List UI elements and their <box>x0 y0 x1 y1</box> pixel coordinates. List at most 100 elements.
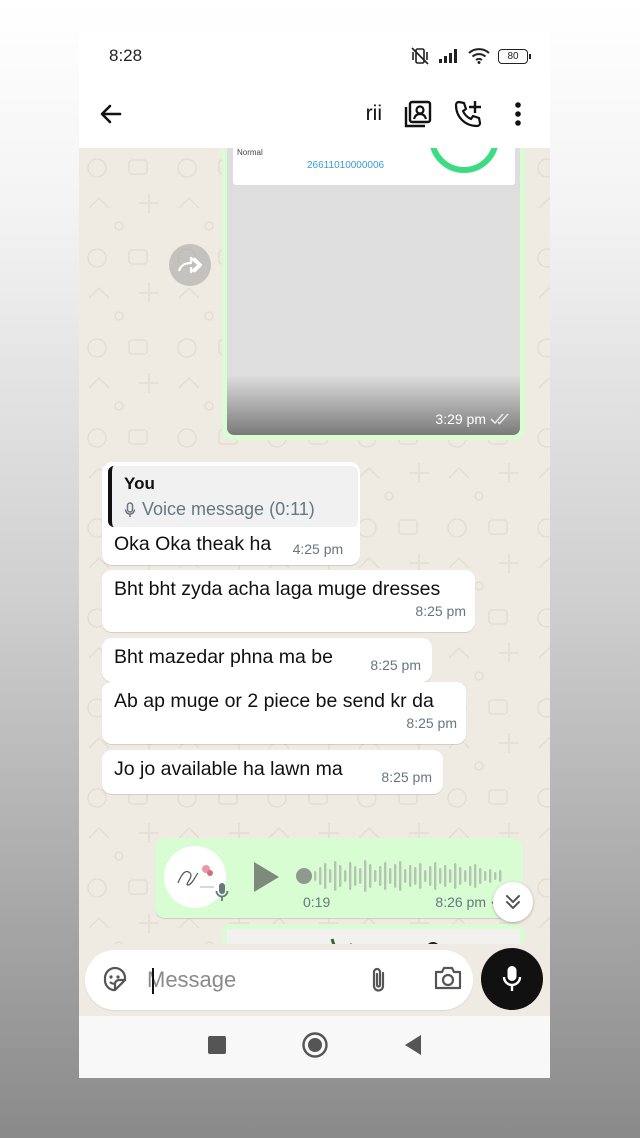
waveform-bar <box>409 865 412 887</box>
system-nav-bar <box>79 1016 550 1078</box>
back-button[interactable] <box>95 98 127 130</box>
waveform-bar <box>429 866 432 886</box>
quoted-content: Voice message (0:11) <box>124 499 348 520</box>
message-bubble[interactable]: Bht bht zyda acha laga muge dresses 8:25… <box>102 570 475 632</box>
mic-icon <box>502 966 522 991</box>
waveform-bar <box>489 869 492 883</box>
waveform-bar <box>339 865 342 887</box>
waveform-bar <box>479 868 482 884</box>
message-text: Ab ap muge or 2 piece be send kr da <box>114 690 434 712</box>
image-preview[interactable]: Normal 26611010000006 3:29 pm <box>227 148 520 435</box>
back-nav-button[interactable] <box>403 1034 423 1061</box>
phone-screen: 8:28 80 rii Normal 26611010000006 3:29 p… <box>79 32 550 1078</box>
waveform-bar <box>384 862 387 890</box>
voice-message[interactable]: 0:19 8:26 pm <box>155 838 523 918</box>
image-time: 3:29 pm <box>435 411 486 427</box>
contact-name[interactable]: rii <box>366 102 382 126</box>
image-preview[interactable] <box>227 929 520 944</box>
sticker-button[interactable] <box>101 966 129 999</box>
camera-icon <box>434 966 462 990</box>
record-voice-button[interactable] <box>481 948 543 1010</box>
waveform-bar <box>349 862 352 890</box>
waveform-bar <box>439 868 442 884</box>
voice-time: 8:26 pm <box>435 894 486 910</box>
image-message[interactable]: Normal 26611010000006 3:29 pm <box>222 148 525 440</box>
waveform-bar <box>484 871 487 881</box>
waveform-bar <box>314 871 317 881</box>
recents-button[interactable] <box>207 1035 227 1060</box>
waveform-bar <box>444 865 447 887</box>
vibrate-off-icon <box>411 47 429 65</box>
attach-button[interactable] <box>369 966 389 999</box>
message-bubble[interactable]: Jo jo available ha lawn ma 8:25 pm <box>102 750 443 794</box>
image-card-label: Normal <box>237 148 263 157</box>
chat-area[interactable]: Normal 26611010000006 3:29 pm You Voice … <box>79 148 550 944</box>
scroll-to-bottom-button[interactable] <box>493 882 533 922</box>
message-input[interactable] <box>147 960 347 1000</box>
battery-indicator: 80 <box>498 48 531 64</box>
waveform-bar <box>369 864 372 888</box>
forward-icon <box>177 256 203 274</box>
waveform-bar <box>324 863 327 889</box>
add-call-button[interactable] <box>450 96 486 132</box>
image-screenshot-card: Normal 26611010000006 <box>233 148 515 185</box>
waveform-bar <box>394 864 397 888</box>
message-bubble[interactable]: Bht mazedar phna ma be 8:25 pm <box>102 638 432 682</box>
mic-icon <box>124 501 136 517</box>
battery-level: 80 <box>507 50 519 62</box>
back-nav-icon <box>404 1034 421 1055</box>
waveform-bar <box>419 863 422 889</box>
waveform-bar <box>359 868 362 884</box>
flower-bouquet-image <box>227 929 520 944</box>
camera-button[interactable] <box>433 965 463 996</box>
more-options-button[interactable] <box>500 96 536 132</box>
chevron-double-down-icon <box>506 895 520 909</box>
waveform-bar <box>319 867 322 885</box>
quoted-text: Voice message (0:11) <box>142 499 315 519</box>
voice-duration: 0:19 <box>303 894 331 910</box>
status-bar: 8:28 80 <box>79 32 550 80</box>
logo-icon <box>177 865 214 888</box>
waveform-bar <box>399 861 402 891</box>
message-time: 8:25 pm <box>415 603 466 619</box>
message-time: 4:25 pm <box>292 541 344 557</box>
wifi-icon <box>468 48 490 64</box>
quoted-message[interactable]: You Voice message (0:11) <box>108 466 358 527</box>
waveform-bar <box>379 866 382 886</box>
image-message[interactable] <box>222 924 525 944</box>
waveform-bar <box>499 870 502 882</box>
message-text: Oka Oka theak ha <box>114 533 272 555</box>
reply-message[interactable]: You Voice message (0:11) Oka Oka theak h… <box>102 462 360 565</box>
voice-scrubber[interactable] <box>296 868 312 884</box>
message-bubble[interactable]: Ab ap muge or 2 piece be send kr da 8:25… <box>102 682 466 744</box>
waveform-bar <box>469 866 472 886</box>
view-contact-button[interactable] <box>400 96 436 132</box>
waveform-bar <box>414 867 417 885</box>
back-arrow-icon <box>100 104 122 124</box>
signal-icon <box>439 49 457 63</box>
home-button[interactable] <box>301 1031 329 1064</box>
play-icon <box>254 862 279 892</box>
contact-card-icon <box>404 100 432 128</box>
message-text: Jo jo available ha lawn ma <box>114 758 343 780</box>
waveform-bar <box>354 866 357 886</box>
text-caret <box>152 968 154 994</box>
waveform-bar <box>364 860 367 892</box>
waveform-bar <box>464 870 467 882</box>
voice-mic-badge <box>215 882 229 907</box>
message-time: 8:25 pm <box>370 657 421 673</box>
waveform-bar <box>454 863 457 889</box>
waveform-bar <box>404 869 407 883</box>
play-button[interactable] <box>251 860 281 899</box>
sticker-icon <box>103 966 127 992</box>
mic-icon <box>215 883 229 901</box>
waveform-bar <box>389 868 392 884</box>
waveform-bar <box>459 867 462 885</box>
waveform-bar <box>374 870 377 882</box>
message-field[interactable] <box>85 950 473 1010</box>
message-text: Bht bht zyda acha laga muge dresses <box>114 578 441 600</box>
voice-waveform[interactable] <box>312 856 508 896</box>
waveform-bar <box>424 870 427 882</box>
double-tick-icon <box>490 413 509 425</box>
forward-button[interactable] <box>169 244 211 286</box>
